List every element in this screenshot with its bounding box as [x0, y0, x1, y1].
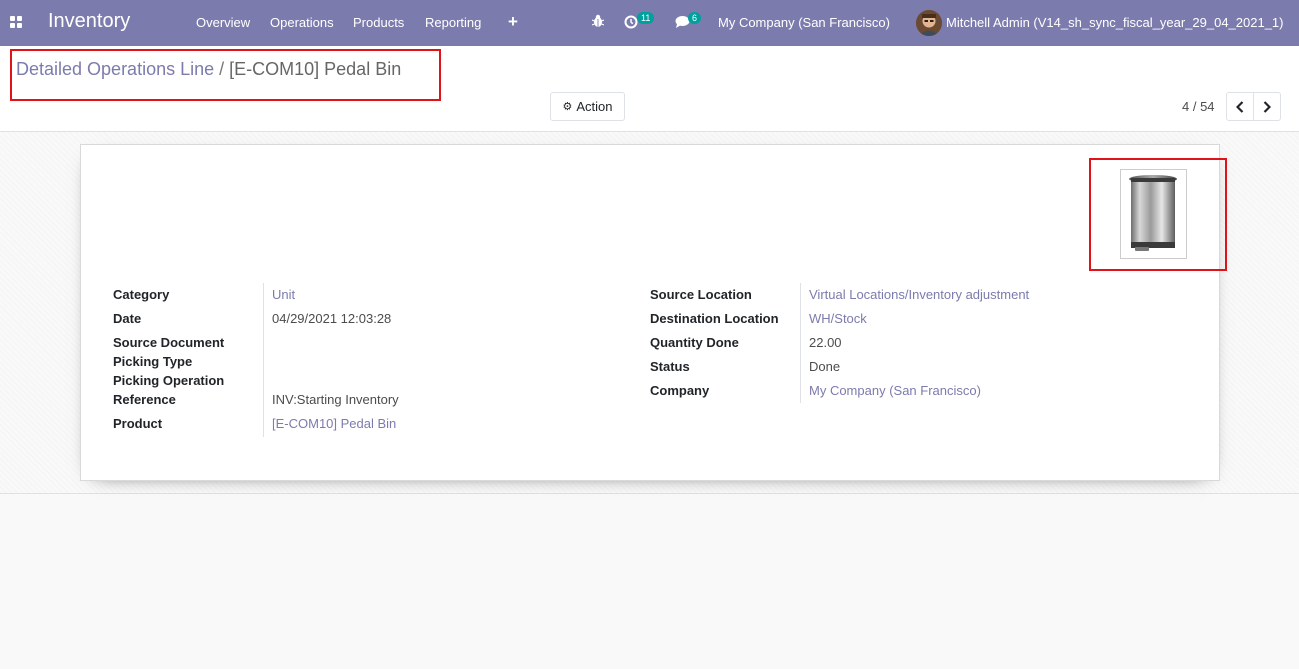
company-value[interactable]: My Company (San Francisco) [809, 383, 981, 398]
right-group-divider [800, 283, 801, 403]
chevron-left-icon [1236, 100, 1244, 113]
action-button[interactable]: ⚙ Action [550, 92, 625, 121]
breadcrumb-highlight-box [10, 49, 441, 101]
product-label: Product [113, 416, 163, 431]
message-count-badge: 6 [688, 12, 702, 24]
chevron-right-icon [1263, 100, 1271, 113]
source-location-label: Source Location [650, 287, 752, 302]
destination-location-value[interactable]: WH/Stock [809, 311, 867, 326]
picking-operation-label: Picking Operation [113, 373, 225, 388]
pager-value[interactable]: 4 / 54 [1182, 99, 1215, 114]
control-panel: Detailed Operations Line / [E-COM10] Pedal… [0, 46, 1299, 132]
app-brand[interactable]: Inventory [48, 10, 130, 33]
action-button-label: Action [576, 99, 613, 114]
product-value[interactable]: [E-COM10] Pedal Bin [272, 416, 396, 431]
category-label: Category [113, 287, 170, 302]
company-label: Company [650, 383, 710, 398]
menu-reporting[interactable]: Reporting [425, 15, 481, 30]
source-document-label: Source Document [113, 335, 225, 350]
reference-value: INV:Starting Inventory [272, 392, 399, 407]
status-label: Status [650, 359, 690, 374]
bug-icon[interactable] [592, 14, 604, 28]
avatar[interactable] [916, 10, 942, 36]
pager-previous-button[interactable] [1226, 92, 1254, 121]
date-value: 04/29/2021 12:03:28 [272, 311, 392, 326]
company-switcher[interactable]: My Company (San Francisco) [718, 15, 890, 30]
left-group-divider [263, 283, 264, 437]
menu-operations[interactable]: Operations [270, 15, 334, 30]
user-menu[interactable]: Mitchell Admin (V14_sh_sync_fiscal_year_… [946, 15, 1284, 30]
picking-type-label: Picking Type [113, 354, 193, 369]
activity-count-badge: 11 [637, 12, 655, 24]
quantity-done-label: Quantity Done [650, 335, 739, 350]
clock-icon[interactable] [624, 15, 638, 29]
gear-icon: ⚙ [562, 101, 573, 113]
status-value: Done [809, 359, 841, 374]
apps-grid-icon[interactable] [10, 16, 22, 28]
category-value[interactable]: Unit [272, 287, 295, 302]
source-location-value[interactable]: Virtual Locations/Inventory adjustment [809, 287, 1029, 302]
top-navbar: Inventory Overview Operations Products R… [0, 0, 1299, 46]
date-label: Date [113, 311, 142, 326]
quantity-done-value: 22.00 [809, 335, 842, 350]
reference-label: Reference [113, 392, 176, 407]
image-highlight-box [1089, 158, 1227, 271]
menu-overview[interactable]: Overview [196, 15, 250, 30]
pager-next-button[interactable] [1253, 92, 1281, 121]
destination-location-label: Destination Location [650, 311, 779, 326]
plus-icon[interactable]: + [508, 12, 518, 32]
menu-products[interactable]: Products [353, 15, 404, 30]
